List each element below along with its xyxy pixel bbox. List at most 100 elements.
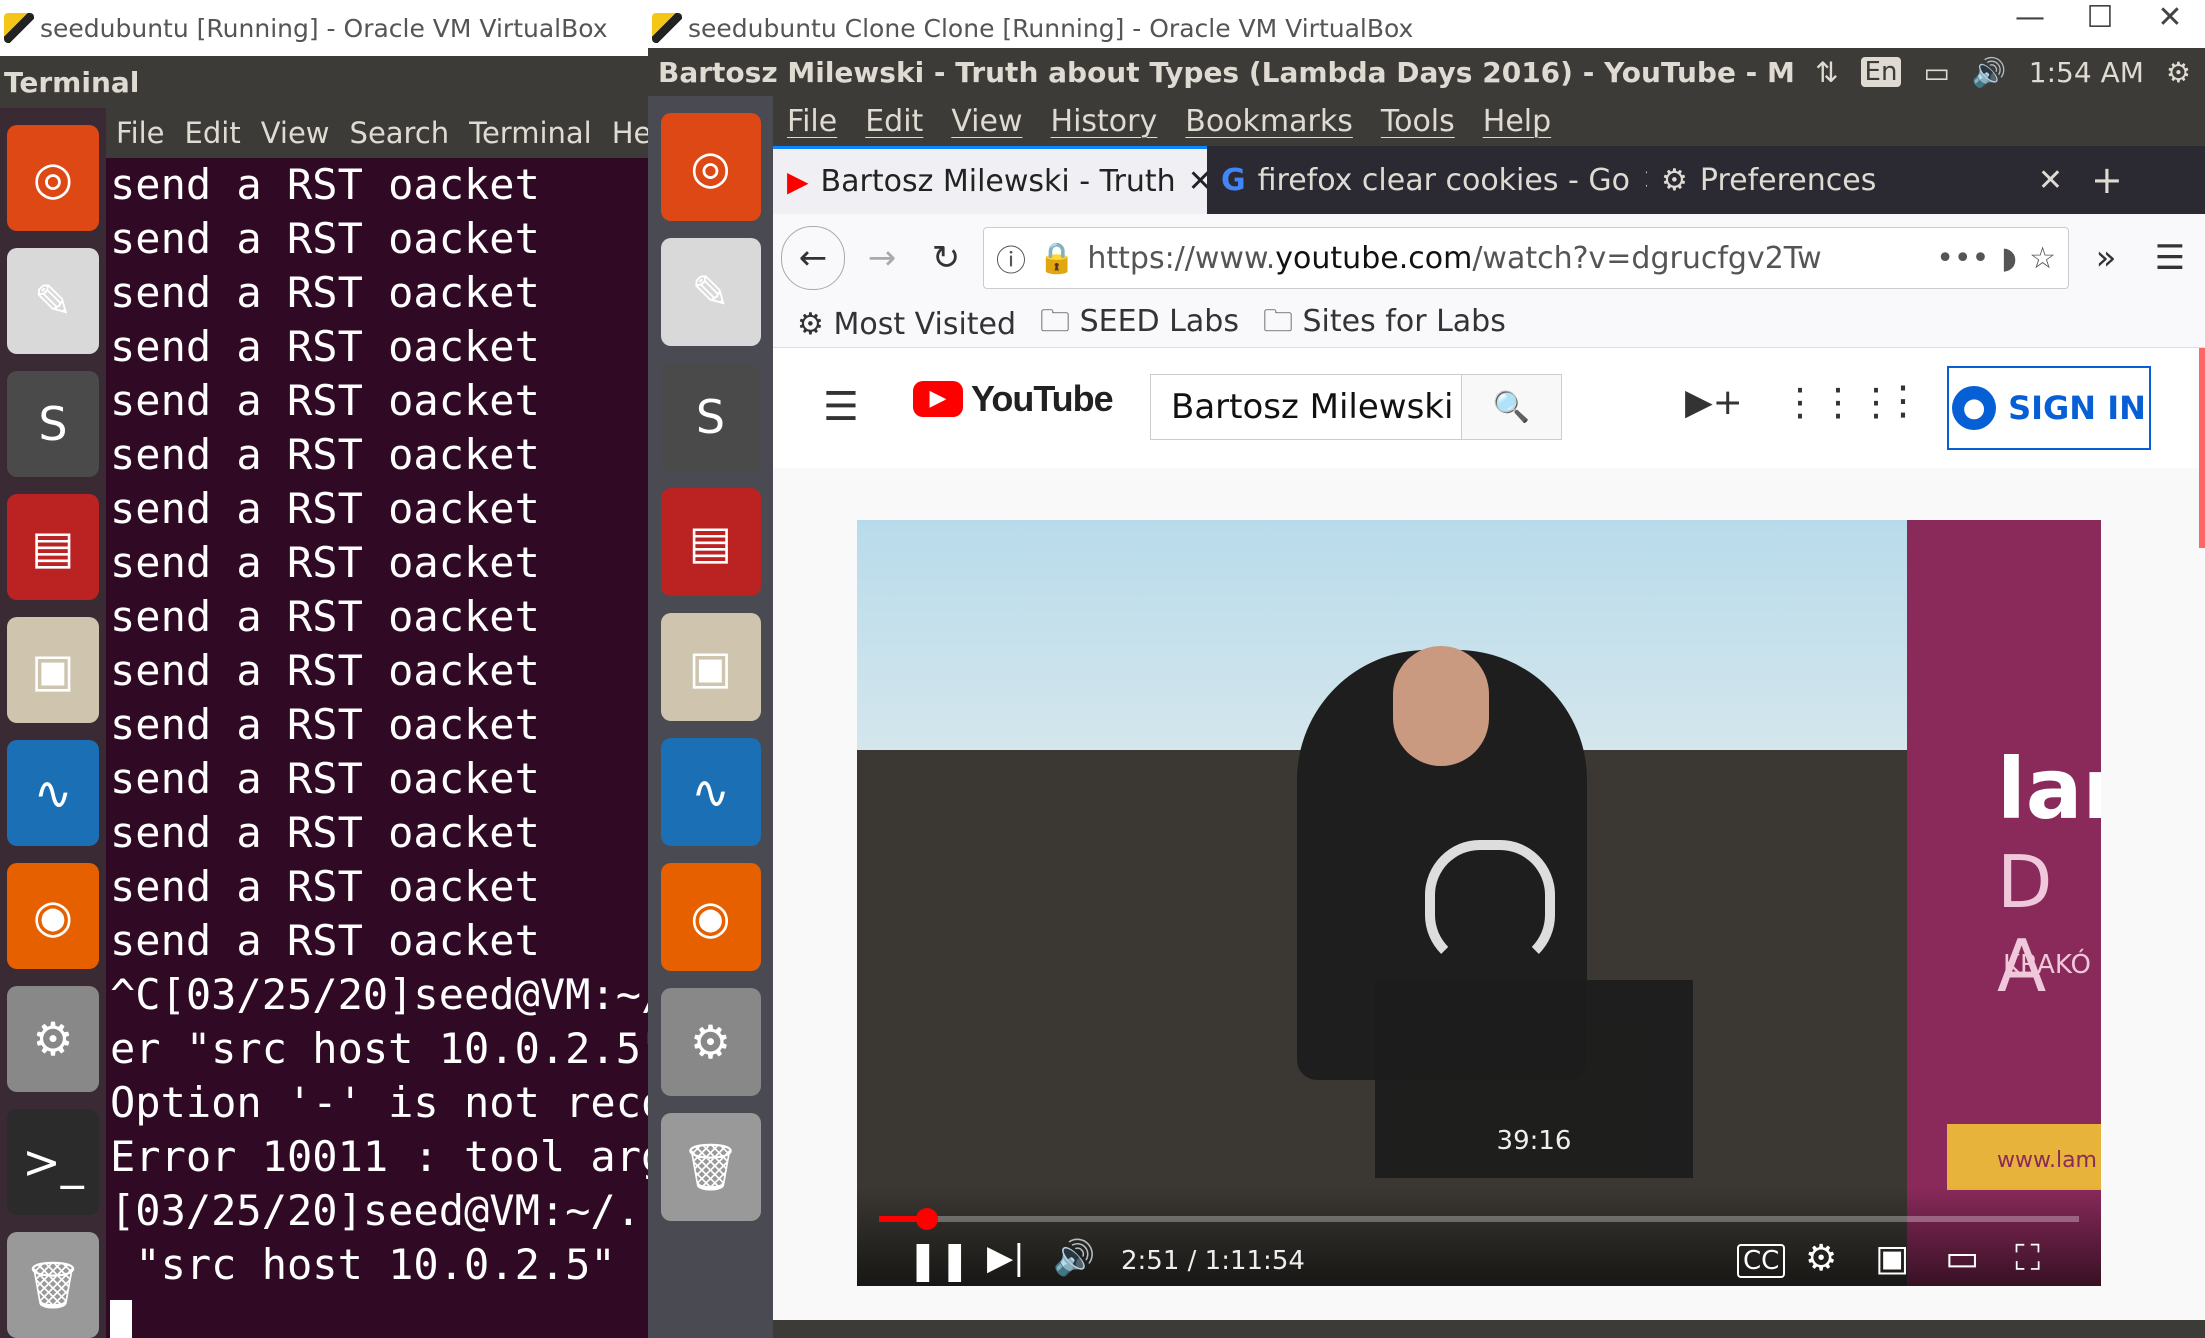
tab-preferences[interactable]: ⚙ Preferences ✕ — [1647, 146, 2077, 214]
terminal-output[interactable]: send a RST oacket send a RST oacket send a… — [106, 158, 648, 1338]
ubuntu-icon[interactable]: ◎ — [7, 125, 99, 231]
bookmark-most-visited[interactable]: ⚙ Most Visited — [797, 307, 1016, 342]
video-player[interactable]: lam D A KRAKÓ www.lam 39:16 ❚❚ ▶| 🔊 2:51… — [857, 520, 2101, 1286]
next-icon[interactable]: ▶| — [987, 1238, 1025, 1278]
settings-icon[interactable]: ⚙ — [660, 988, 761, 1096]
sign-in-button[interactable]: ● SIGN IN — [1947, 366, 2151, 450]
url-bar[interactable]: ⓘ 🔒 https://www.youtube.com/watch?v=dgru… — [983, 227, 2069, 289]
overflow-chevron-icon[interactable]: » — [2079, 231, 2133, 285]
text-editor-icon[interactable]: ✎ — [7, 248, 99, 354]
folder-icon: 🗀 — [1262, 304, 1293, 339]
menu-edit[interactable]: Edit — [175, 116, 251, 150]
search-button[interactable]: 🔍 — [1462, 374, 1562, 440]
terminal-line: send a RST oacket — [110, 808, 540, 857]
pause-icon[interactable]: ❚❚ — [907, 1238, 971, 1282]
trash-icon[interactable]: 🗑 — [660, 1113, 761, 1221]
volume-icon[interactable]: 🔊 — [1053, 1238, 1095, 1278]
url-text: https://www.youtube.com/watch?v=dgrucfgv… — [1087, 240, 1822, 276]
youtube-logo[interactable]: ▶ YouTube — [913, 378, 1114, 420]
volume-icon[interactable]: 🔊 — [1972, 56, 2007, 89]
ubuntu-icon[interactable]: ◎ — [660, 113, 761, 221]
navigation-toolbar: ← → ↻ ⓘ 🔒 https://www.youtube.com/watch?… — [773, 214, 2205, 302]
miniplayer-icon[interactable]: ▣ — [1875, 1238, 1909, 1279]
wireshark-icon[interactable]: ∿ — [7, 740, 99, 846]
captions-icon[interactable]: CC — [1737, 1244, 1786, 1278]
forward-button[interactable]: → — [855, 231, 909, 285]
left-vm-titlebar[interactable]: seedubuntu [Running] - Oracle VM Virtual… — [0, 0, 648, 56]
topbar-app-title: Terminal — [4, 65, 140, 99]
terminal-icon[interactable]: >_ — [7, 1109, 99, 1215]
create-video-icon[interactable]: ▶+ — [1685, 382, 1743, 423]
clock[interactable]: 1:54 AM — [2029, 56, 2144, 89]
wireshark-icon[interactable]: ∿ — [660, 738, 761, 846]
network-icon[interactable]: ⇅ — [1815, 56, 1838, 89]
keyboard-layout[interactable]: En — [1860, 57, 1902, 87]
menu-help[interactable]: Help — [1469, 104, 1565, 139]
info-icon[interactable]: ⓘ — [996, 236, 1026, 280]
gear-icon[interactable]: ⚙ — [2166, 56, 2191, 89]
file-cabinet-icon[interactable]: ▣ — [660, 613, 761, 721]
theater-mode-icon[interactable]: ▭ — [1945, 1238, 1979, 1279]
hamburger-menu-icon[interactable]: ☰ — [2143, 231, 2197, 285]
back-button[interactable]: ← — [781, 226, 845, 290]
progress-bar[interactable] — [879, 1208, 2079, 1230]
firefox-icon[interactable]: ◉ — [660, 863, 761, 971]
tab-google[interactable]: G firefox clear cookies - Go ✕ — [1207, 146, 1647, 214]
terminal-split-icon[interactable]: ▤ — [660, 488, 761, 596]
bookmark-seed-labs[interactable]: 🗀 SEED Labs — [1040, 299, 1239, 350]
terminal-line: send a RST oacket — [110, 862, 540, 911]
tab-label: firefox clear cookies - Go — [1257, 162, 1630, 198]
minimize-icon[interactable]: — — [1995, 0, 2065, 35]
new-tab-button[interactable]: + — [2077, 146, 2147, 214]
fullscreen-icon[interactable]: ⛶ — [2015, 1238, 2040, 1280]
terminal-split-icon[interactable]: ▤ — [7, 494, 99, 600]
menu-history[interactable]: History — [1037, 104, 1172, 139]
left-launcher: ◎ ✎ S ▤ ▣ ∿ ◉ ⚙ >_ 🗑 — [0, 108, 106, 1338]
scrubber-handle[interactable] — [916, 1208, 938, 1230]
close-tab-icon[interactable]: ✕ — [1188, 164, 1207, 199]
terminal-cursor — [110, 1299, 132, 1338]
menu-view[interactable]: View — [937, 104, 1036, 139]
menu-icon[interactable]: ☰ — [823, 384, 859, 430]
page-scrollbar[interactable] — [2199, 348, 2205, 548]
close-icon[interactable]: ✕ — [2135, 0, 2205, 35]
menu-view[interactable]: View — [251, 116, 340, 150]
trash-icon[interactable]: 🗑 — [7, 1232, 99, 1338]
maximize-icon[interactable]: ☐ — [2065, 0, 2135, 35]
bookmark-star-icon[interactable]: ☆ — [2029, 241, 2056, 276]
apps-grid-icon[interactable]: ⋮⋮⋮ — [1781, 380, 1895, 424]
youtube-header: ☰ ▶ YouTube Bartosz Milewski 🔍 ▶+ ⋮⋮⋮ ⋮ … — [773, 348, 2205, 468]
menu-edit[interactable]: Edit — [851, 104, 937, 139]
menu-file[interactable]: File — [106, 116, 175, 150]
file-cabinet-icon[interactable]: ▣ — [7, 617, 99, 723]
menu-bookmarks[interactable]: Bookmarks — [1171, 104, 1367, 139]
folder-icon: 🗀 — [1040, 304, 1071, 339]
terminal-line: send a RST oacket — [110, 916, 540, 965]
sublime-icon[interactable]: S — [660, 363, 761, 471]
text-editor-icon[interactable]: ✎ — [660, 238, 761, 346]
terminal-line: send a RST oacket — [110, 322, 540, 371]
terminal-menubar: File Edit View Search Terminal Help — [106, 108, 678, 158]
settings-icon[interactable]: ⚙ — [7, 986, 99, 1092]
virtualbox-icon — [652, 13, 682, 43]
battery-icon[interactable]: ▭ — [1923, 56, 1949, 89]
search-input[interactable]: Bartosz Milewski — [1150, 374, 1462, 440]
terminal-line: Error 10011 : tool arg — [110, 1132, 648, 1181]
menu-file[interactable]: File — [773, 104, 851, 139]
close-tab-icon[interactable]: ✕ — [2038, 163, 2063, 198]
reload-button[interactable]: ↻ — [919, 231, 973, 285]
settings-gear-icon[interactable]: ⚙ — [1805, 1238, 1837, 1279]
menu-terminal[interactable]: Terminal — [459, 116, 602, 150]
page-actions-icon[interactable]: ••• — [1936, 241, 1989, 276]
pocket-icon[interactable]: ◗ — [2001, 241, 2017, 276]
menu-tools[interactable]: Tools — [1367, 104, 1469, 139]
terminal-line: send a RST oacket — [110, 160, 540, 209]
terminal-line: send a RST oacket — [110, 484, 540, 533]
tab-youtube[interactable]: ▶ Bartosz Milewski - Truth ✕ — [773, 146, 1207, 214]
bookmark-sites-for-labs[interactable]: 🗀 Sites for Labs — [1263, 299, 1506, 350]
firefox-icon[interactable]: ◉ — [7, 863, 99, 969]
more-options-icon[interactable]: ⋮ — [1883, 378, 1923, 424]
menu-search[interactable]: Search — [340, 116, 460, 150]
sublime-icon[interactable]: S — [7, 371, 99, 477]
conference-banner: lam D A KRAKÓ www.lam — [1907, 520, 2101, 1286]
